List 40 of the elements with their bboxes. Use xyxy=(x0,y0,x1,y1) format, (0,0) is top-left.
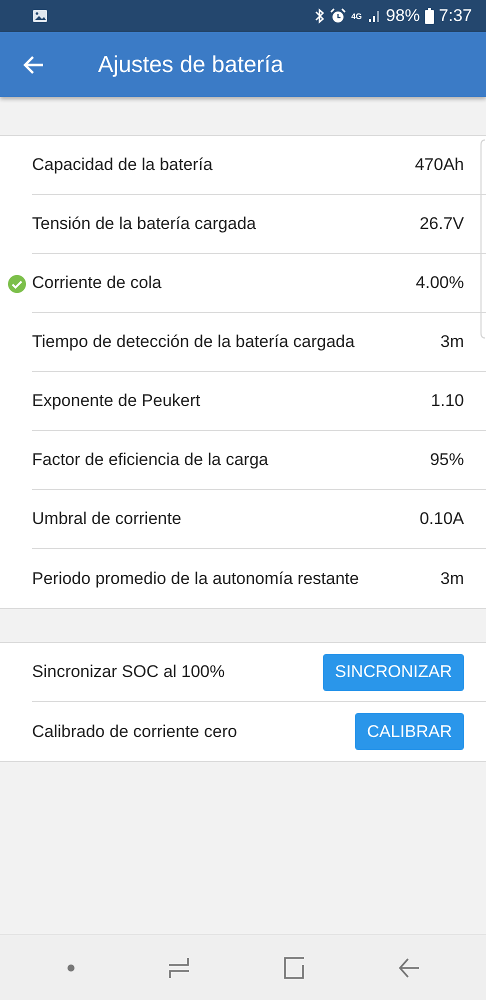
setting-value: 4.00% xyxy=(416,273,464,293)
setting-label: Factor de eficiencia de la carga xyxy=(32,450,268,470)
setting-row[interactable]: Umbral de corriente 0.10A xyxy=(0,490,486,549)
battery-percent: 98% xyxy=(386,6,420,26)
dot-icon[interactable] xyxy=(66,964,74,972)
signal-icon xyxy=(366,9,381,23)
setting-label: Tiempo de detección de la batería cargada xyxy=(32,332,355,352)
back-icon[interactable] xyxy=(398,956,420,978)
image-icon xyxy=(32,9,48,23)
alarm-icon xyxy=(330,8,346,24)
setting-value: 470Ah xyxy=(414,155,464,175)
home-icon[interactable] xyxy=(282,956,304,978)
setting-row[interactable]: Factor de eficiencia de la carga 95% xyxy=(0,431,486,490)
setting-row[interactable]: Exponente de Peukert 1.10 xyxy=(0,372,486,431)
setting-label: Periodo promedio de la autonomía restante xyxy=(32,568,359,588)
recent-apps-icon[interactable] xyxy=(168,956,190,978)
setting-value: 1.10 xyxy=(430,391,464,411)
setting-value: 3m xyxy=(440,332,464,352)
setting-label: Exponente de Peukert xyxy=(32,391,200,411)
screen-title: Ajustes de batería xyxy=(98,51,284,78)
bluetooth-icon xyxy=(315,8,326,24)
setting-label: Corriente de cola xyxy=(32,273,162,293)
setting-row[interactable]: Tiempo de detección de la batería cargada 3m xyxy=(0,313,486,372)
setting-label: Umbral de corriente xyxy=(32,509,182,529)
setting-row[interactable]: Capacidad de la batería 470Ah xyxy=(0,136,486,195)
setting-row[interactable]: Periodo promedio de la autonomía restante 3m xyxy=(0,549,486,608)
clock: 7:37 xyxy=(438,6,472,26)
setting-row[interactable]: Corriente de cola 4.00% xyxy=(0,254,486,313)
setting-value: 95% xyxy=(430,450,464,470)
battery-icon xyxy=(424,8,434,24)
action-label: Sincronizar SOC al 100% xyxy=(32,662,225,682)
action-label: Calibrado de corriente cero xyxy=(32,722,238,742)
setting-label: Tensión de la batería cargada xyxy=(32,214,256,234)
setting-value: 0.10A xyxy=(420,509,464,529)
setting-label: Capacidad de la batería xyxy=(32,155,213,175)
setting-value: 26.7V xyxy=(420,214,464,234)
back-arrow-icon[interactable] xyxy=(22,54,44,74)
setting-row[interactable]: Tensión de la batería cargada 26.7V xyxy=(0,195,486,254)
setting-value: 3m xyxy=(440,568,464,588)
network-label: 4G xyxy=(351,12,362,20)
